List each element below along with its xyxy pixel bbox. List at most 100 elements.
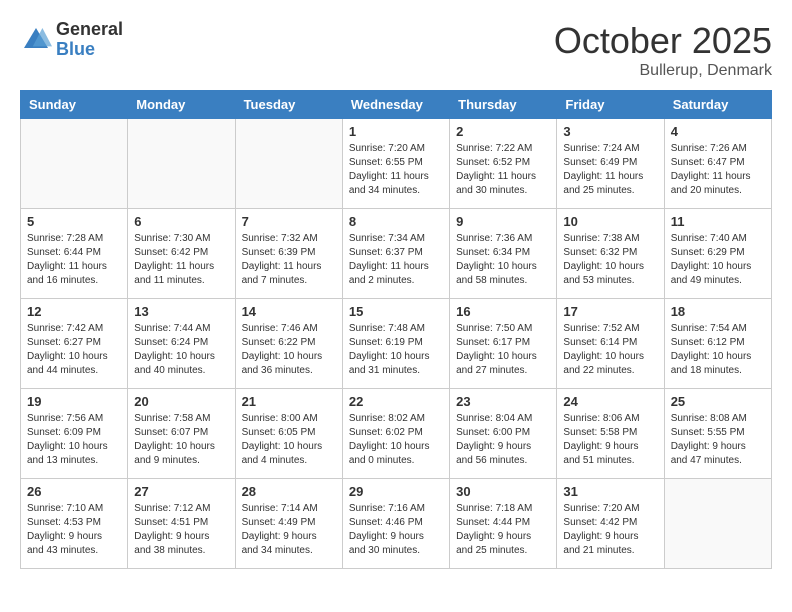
- day-number: 15: [349, 304, 443, 319]
- day-number: 30: [456, 484, 550, 499]
- logo-icon: [20, 24, 52, 56]
- week-row-2: 5Sunrise: 7:28 AMSunset: 6:44 PMDaylight…: [21, 209, 772, 299]
- calendar-cell: 25 Sunrise: 8:08 AMSunset: 5:55 PMDayligh…: [664, 389, 771, 479]
- day-number: 13: [134, 304, 228, 319]
- day-info: Sunrise: 7:44 AMSunset: 6:24 PMDaylight:…: [134, 322, 228, 378]
- day-info: Sunrise: 7:38 AMSunset: 6:32 PMDaylight:…: [563, 232, 657, 288]
- calendar-cell: 28Sunrise: 7:14 AMSunset: 4:49 PMDayligh…: [235, 479, 342, 569]
- day-info: Sunrise: 7:26 AMSunset: 6:47 PMDaylight:…: [671, 142, 765, 198]
- calendar-cell: 12 Sunrise: 7:42 AMSunset: 6:27 PMDayligh…: [21, 299, 128, 389]
- calendar-cell: 24Sunrise: 8:06 AMSunset: 5:58 PMDayligh…: [557, 389, 664, 479]
- weekday-header-friday: Friday: [557, 91, 664, 119]
- calendar-cell: 27Sunrise: 7:12 AMSunset: 4:51 PMDayligh…: [128, 479, 235, 569]
- day-number: 17: [563, 304, 657, 319]
- week-row-1: 1 Sunrise: 7:20 AMSunset: 6:55 PMDaylight…: [21, 119, 772, 209]
- day-info: Sunrise: 7:20 AMSunset: 6:55 PMDaylight:…: [349, 142, 443, 198]
- day-number: 12: [27, 304, 121, 319]
- day-info: Sunrise: 7:58 AMSunset: 6:07 PMDaylight:…: [134, 412, 228, 468]
- day-info: Sunrise: 7:52 AMSunset: 6:14 PMDaylight:…: [563, 322, 657, 378]
- day-info: Sunrise: 8:02 AMSunset: 6:02 PMDaylight:…: [349, 412, 443, 468]
- calendar-cell: 31 Sunrise: 7:20 AMSunset: 4:42 PMDayligh…: [557, 479, 664, 569]
- day-info: Sunrise: 7:18 AMSunset: 4:44 PMDaylight:…: [456, 502, 550, 558]
- day-number: 11: [671, 214, 765, 229]
- month-title: October 2025: [554, 20, 772, 62]
- week-row-5: 26 Sunrise: 7:10 AMSunset: 4:53 PMDayligh…: [21, 479, 772, 569]
- calendar-cell: 29 Sunrise: 7:16 AMSunset: 4:46 PMDayligh…: [342, 479, 449, 569]
- calendar-cell: 2 Sunrise: 7:22 AMSunset: 6:52 PMDaylight…: [450, 119, 557, 209]
- day-info: Sunrise: 7:48 AMSunset: 6:19 PMDaylight:…: [349, 322, 443, 378]
- day-number: 18: [671, 304, 765, 319]
- day-number: 14: [242, 304, 336, 319]
- calendar-cell: 1 Sunrise: 7:20 AMSunset: 6:55 PMDaylight…: [342, 119, 449, 209]
- calendar-cell: 4 Sunrise: 7:26 AMSunset: 6:47 PMDaylight…: [664, 119, 771, 209]
- calendar-cell: 6Sunrise: 7:30 AMSunset: 6:42 PMDaylight…: [128, 209, 235, 299]
- day-number: 19: [27, 394, 121, 409]
- day-info: Sunrise: 8:04 AMSunset: 6:00 PMDaylight:…: [456, 412, 550, 468]
- calendar-cell: [128, 119, 235, 209]
- calendar-cell: 8 Sunrise: 7:34 AMSunset: 6:37 PMDaylight…: [342, 209, 449, 299]
- calendar-cell: [235, 119, 342, 209]
- page-header: General Blue October 2025 Bullerup, Denm…: [20, 20, 772, 80]
- day-info: Sunrise: 7:34 AMSunset: 6:37 PMDaylight:…: [349, 232, 443, 288]
- day-info: Sunrise: 7:22 AMSunset: 6:52 PMDaylight:…: [456, 142, 550, 198]
- day-info: Sunrise: 7:36 AMSunset: 6:34 PMDaylight:…: [456, 232, 550, 288]
- day-info: Sunrise: 8:00 AMSunset: 6:05 PMDaylight:…: [242, 412, 336, 468]
- calendar-cell: 17 Sunrise: 7:52 AMSunset: 6:14 PMDayligh…: [557, 299, 664, 389]
- calendar-cell: 23Sunrise: 8:04 AMSunset: 6:00 PMDayligh…: [450, 389, 557, 479]
- day-number: 5: [27, 214, 121, 229]
- calendar-cell: 7 Sunrise: 7:32 AMSunset: 6:39 PMDaylight…: [235, 209, 342, 299]
- calendar-cell: 20 Sunrise: 7:58 AMSunset: 6:07 PMDayligh…: [128, 389, 235, 479]
- day-number: 21: [242, 394, 336, 409]
- day-number: 3: [563, 124, 657, 139]
- calendar-cell: 30 Sunrise: 7:18 AMSunset: 4:44 PMDayligh…: [450, 479, 557, 569]
- title-block: October 2025 Bullerup, Denmark: [554, 20, 772, 80]
- day-number: 20: [134, 394, 228, 409]
- day-number: 31: [563, 484, 657, 499]
- calendar-cell: 18 Sunrise: 7:54 AMSunset: 6:12 PMDayligh…: [664, 299, 771, 389]
- calendar-cell: 16Sunrise: 7:50 AMSunset: 6:17 PMDayligh…: [450, 299, 557, 389]
- day-info: Sunrise: 7:54 AMSunset: 6:12 PMDaylight:…: [671, 322, 765, 378]
- calendar-cell: 9 Sunrise: 7:36 AMSunset: 6:34 PMDaylight…: [450, 209, 557, 299]
- day-number: 29: [349, 484, 443, 499]
- day-info: Sunrise: 7:10 AMSunset: 4:53 PMDaylight:…: [27, 502, 121, 558]
- weekday-header-sunday: Sunday: [21, 91, 128, 119]
- day-number: 4: [671, 124, 765, 139]
- day-info: Sunrise: 7:20 AMSunset: 4:42 PMDaylight:…: [563, 502, 657, 558]
- day-number: 27: [134, 484, 228, 499]
- calendar-cell: [664, 479, 771, 569]
- day-number: 24: [563, 394, 657, 409]
- calendar-cell: 15 Sunrise: 7:48 AMSunset: 6:19 PMDayligh…: [342, 299, 449, 389]
- day-number: 2: [456, 124, 550, 139]
- calendar-cell: 22Sunrise: 8:02 AMSunset: 6:02 PMDayligh…: [342, 389, 449, 479]
- day-info: Sunrise: 7:50 AMSunset: 6:17 PMDaylight:…: [456, 322, 550, 378]
- week-row-4: 19 Sunrise: 7:56 AMSunset: 6:09 PMDayligh…: [21, 389, 772, 479]
- day-number: 6: [134, 214, 228, 229]
- day-number: 10: [563, 214, 657, 229]
- day-number: 26: [27, 484, 121, 499]
- day-info: Sunrise: 7:14 AMSunset: 4:49 PMDaylight:…: [242, 502, 336, 558]
- calendar-cell: 5Sunrise: 7:28 AMSunset: 6:44 PMDaylight…: [21, 209, 128, 299]
- day-number: 1: [349, 124, 443, 139]
- logo-blue-text: Blue: [56, 40, 123, 60]
- day-info: Sunrise: 7:42 AMSunset: 6:27 PMDaylight:…: [27, 322, 121, 378]
- weekday-header-monday: Monday: [128, 91, 235, 119]
- day-info: Sunrise: 7:32 AMSunset: 6:39 PMDaylight:…: [242, 232, 336, 288]
- calendar-cell: 19 Sunrise: 7:56 AMSunset: 6:09 PMDayligh…: [21, 389, 128, 479]
- day-info: Sunrise: 7:24 AMSunset: 6:49 PMDaylight:…: [563, 142, 657, 198]
- day-info: Sunrise: 7:16 AMSunset: 4:46 PMDaylight:…: [349, 502, 443, 558]
- day-info: Sunrise: 8:08 AMSunset: 5:55 PMDaylight:…: [671, 412, 765, 468]
- calendar-table: SundayMondayTuesdayWednesdayThursdayFrid…: [20, 90, 772, 569]
- day-info: Sunrise: 7:56 AMSunset: 6:09 PMDaylight:…: [27, 412, 121, 468]
- calendar-cell: 14Sunrise: 7:46 AMSunset: 6:22 PMDayligh…: [235, 299, 342, 389]
- weekday-header-tuesday: Tuesday: [235, 91, 342, 119]
- calendar-cell: 3 Sunrise: 7:24 AMSunset: 6:49 PMDaylight…: [557, 119, 664, 209]
- day-number: 8: [349, 214, 443, 229]
- logo-general-text: General: [56, 20, 123, 40]
- day-number: 7: [242, 214, 336, 229]
- logo: General Blue: [20, 20, 123, 60]
- day-number: 25: [671, 394, 765, 409]
- weekday-header-thursday: Thursday: [450, 91, 557, 119]
- day-number: 9: [456, 214, 550, 229]
- day-info: Sunrise: 7:40 AMSunset: 6:29 PMDaylight:…: [671, 232, 765, 288]
- location: Bullerup, Denmark: [554, 62, 772, 80]
